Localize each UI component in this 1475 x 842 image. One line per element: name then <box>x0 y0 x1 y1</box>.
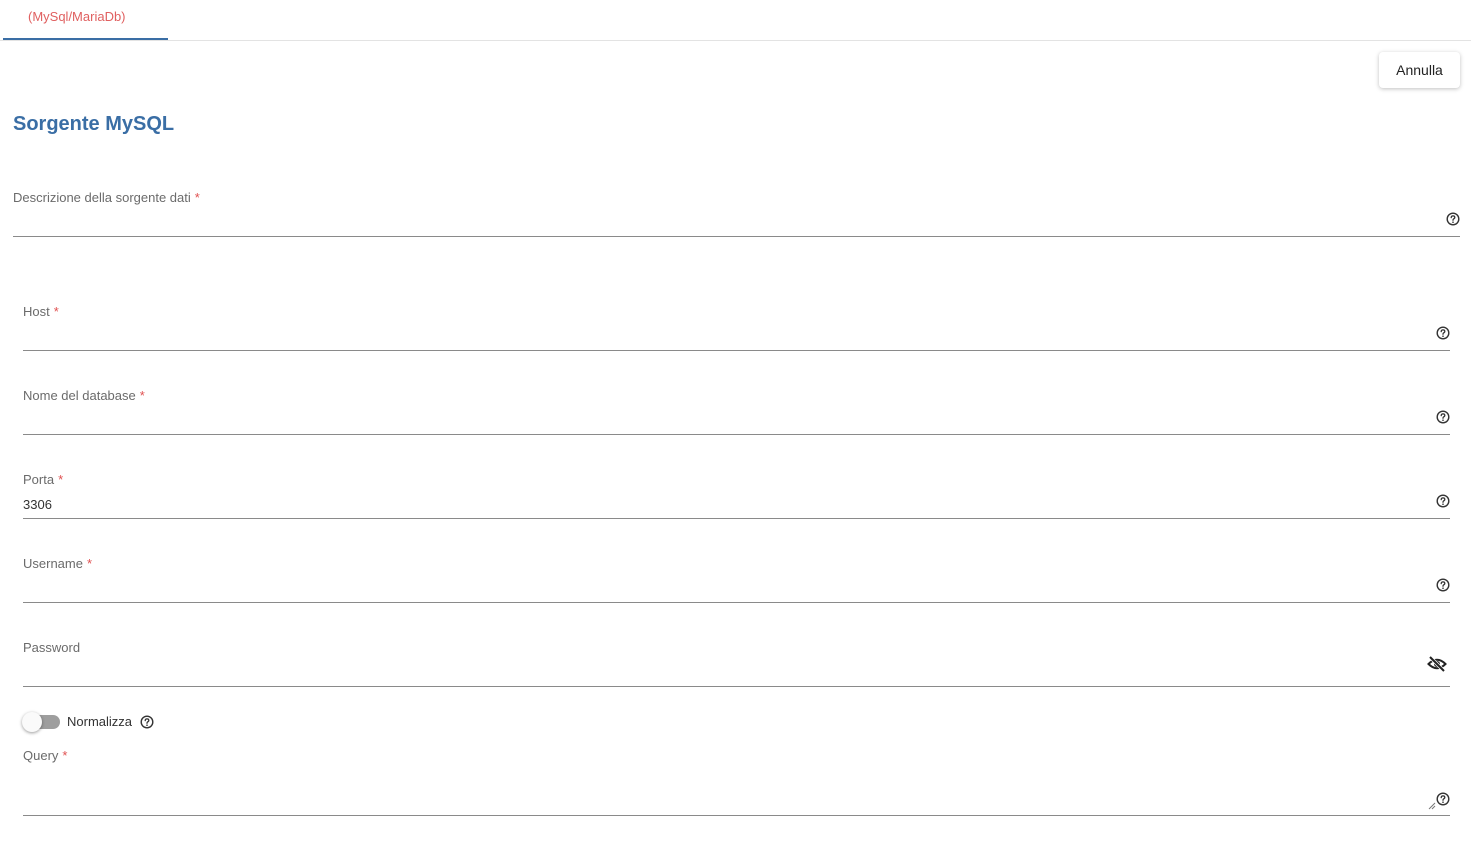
username-field[interactable]: Username * <box>23 556 1450 603</box>
cancel-button[interactable]: Annulla <box>1379 52 1460 88</box>
port-field[interactable]: Porta * <box>23 472 1450 519</box>
help-circle-icon[interactable] <box>1436 494 1450 508</box>
normalize-toggle[interactable] <box>22 712 60 732</box>
password-field[interactable]: Password <box>23 640 1450 687</box>
help-circle-icon[interactable] <box>1436 792 1450 806</box>
page-title: Sorgente MySQL <box>13 113 175 135</box>
page: (MySql/MariaDb) Annulla Sorgente MySQL D… <box>0 0 1475 842</box>
username-input[interactable] <box>23 578 1423 598</box>
resize-grip-icon[interactable] <box>1428 802 1436 810</box>
database-field[interactable]: Nome del database * <box>23 388 1450 435</box>
help-circle-icon[interactable] <box>140 715 154 729</box>
database-label: Nome del database * <box>23 388 145 403</box>
query-field[interactable]: Query * <box>23 748 1450 816</box>
password-input[interactable] <box>23 662 1413 682</box>
tab-strip: (MySql/MariaDb) <box>0 0 1471 41</box>
query-textarea[interactable] <box>23 791 1423 811</box>
description-label: Descrizione della sorgente dati * <box>13 190 200 205</box>
description-input[interactable] <box>13 212 1433 232</box>
tab-label: (MySql/MariaDb) <box>28 9 126 24</box>
port-input[interactable] <box>23 494 1423 514</box>
description-field[interactable]: Descrizione della sorgente dati * <box>13 190 1460 237</box>
query-label: Query * <box>23 748 68 763</box>
database-input[interactable] <box>23 410 1423 430</box>
help-circle-icon[interactable] <box>1436 410 1450 424</box>
eye-off-icon[interactable] <box>1427 655 1447 673</box>
host-label: Host * <box>23 304 59 319</box>
help-circle-icon[interactable] <box>1436 578 1450 592</box>
username-label: Username * <box>23 556 93 571</box>
host-field[interactable]: Host * <box>23 304 1450 351</box>
normalize-label: Normalizza <box>67 714 133 729</box>
tab-mysql-mariadb[interactable]: (MySql/MariaDb) <box>3 0 168 40</box>
host-input[interactable] <box>23 326 1423 346</box>
password-label: Password <box>23 640 81 655</box>
toggle-thumb <box>22 712 42 732</box>
help-circle-icon[interactable] <box>1446 212 1460 226</box>
help-circle-icon[interactable] <box>1436 326 1450 340</box>
port-label: Porta * <box>23 472 64 487</box>
